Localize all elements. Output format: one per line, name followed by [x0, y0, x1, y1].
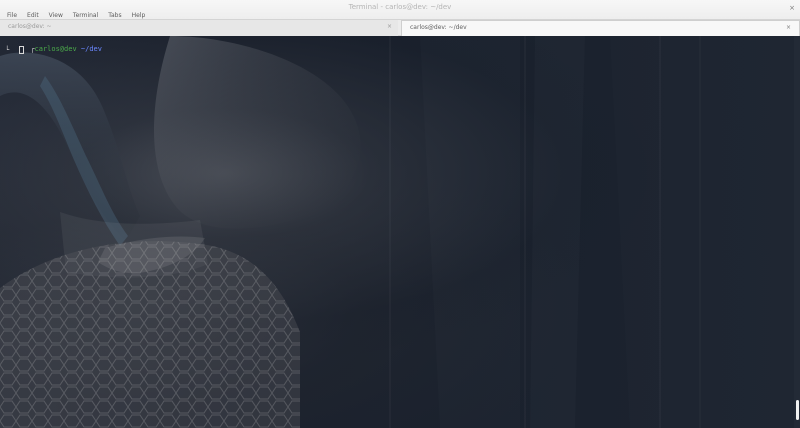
input-line[interactable]: └: [5, 45, 24, 55]
block-cursor-icon: [19, 46, 24, 54]
tab-bar: carlos@dev: ~ × carlos@dev: ~/dev ×: [0, 20, 800, 36]
background-illustration: [0, 36, 361, 428]
scrollbar-thumb[interactable]: [796, 400, 799, 420]
terminal-scrollbar[interactable]: [794, 36, 800, 428]
prompt-user: carlos@dev: [34, 45, 77, 53]
menu-help[interactable]: Help: [127, 12, 151, 20]
tab-dev-close-icon[interactable]: ×: [786, 21, 791, 35]
title-bar: Terminal - carlos@dev: ~/dev File Edit V…: [0, 0, 800, 20]
tab-dev-label: carlos@dev: ~/dev: [410, 24, 467, 31]
menu-edit[interactable]: Edit: [22, 12, 44, 20]
menu-file[interactable]: File: [2, 12, 22, 20]
menu-view[interactable]: View: [44, 12, 68, 20]
tab-home-close-icon[interactable]: ×: [387, 20, 392, 34]
tab-home[interactable]: carlos@dev: ~ ×: [0, 20, 398, 36]
menu-tabs[interactable]: Tabs: [103, 12, 126, 20]
terminal-viewport[interactable]: ┌carlos@dev ~/dev └: [0, 36, 800, 428]
terminal-window: Terminal - carlos@dev: ~/dev File Edit V…: [0, 0, 800, 428]
prompt-return-icon: └: [5, 46, 10, 54]
window-close-icon[interactable]: ×: [787, 3, 797, 13]
prompt-path: ~/dev: [80, 45, 102, 53]
tab-home-label: carlos@dev: ~: [8, 23, 52, 30]
tab-dev[interactable]: carlos@dev: ~/dev ×: [401, 20, 800, 36]
menu-terminal[interactable]: Terminal: [68, 12, 103, 20]
